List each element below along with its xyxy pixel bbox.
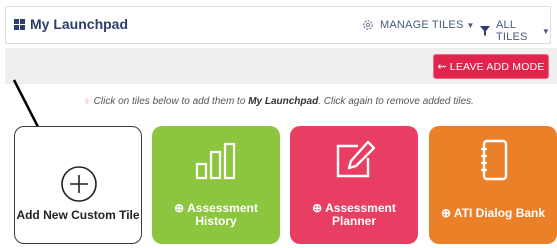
undo-arrow-icon: ⇜ [437,61,447,73]
tile-label: ⊕ ATI Dialog Bank [440,206,546,220]
hint-text-after: . Click again to remove added tiles. [318,96,474,107]
page-title-text: My Launchpad [30,16,129,32]
lightbulb-icon: ♀ [83,96,91,107]
bar-chart-icon [195,142,236,180]
launchpad-header: My Launchpad MANAGE TILES ▼ ALL TILES ▼ [5,6,551,44]
gear-icon [362,19,374,31]
chevron-down-icon: ▼ [466,20,475,30]
hint-emphasis: My Launchpad [248,96,319,107]
leave-add-mode-label: LEAVE ADD MODE [449,60,545,73]
all-tiles-label: ALL TILES [496,19,528,43]
edit-icon [336,140,376,178]
tile-assessment-history[interactable]: ⊕ Assessment History [152,126,280,244]
all-tiles-filter[interactable]: ALL TILES ▼ [480,19,550,43]
leave-add-mode-button[interactable]: ⇜ LEAVE ADD MODE [433,54,549,79]
tile-label: ⊕ Assessment Planner [312,201,396,228]
chevron-down-icon: ▼ [541,26,550,36]
page-title: My Launchpad [14,16,128,32]
manage-tiles-label: MANAGE TILES [380,19,464,31]
notebook-icon [481,139,508,181]
plus-circle-icon [61,166,97,202]
hint-text-before: Click on tiles below to add them to [93,96,249,107]
manage-tiles-dropdown[interactable]: MANAGE TILES ▼ [362,19,475,31]
tile-label: ⊕ Assessment History [174,201,258,228]
add-mode-bar: ⇜ LEAVE ADD MODE [5,48,557,84]
tile-label: Add New Custom Tile [16,208,140,222]
grid-icon [14,18,25,30]
add-tiles-hint: ♀ Click on tiles below to add them to My … [0,96,557,107]
tile-ati-dialog-bank[interactable]: ⊕ ATI Dialog Bank [429,126,557,244]
filter-icon [480,26,490,36]
tile-assessment-planner[interactable]: ⊕ Assessment Planner [290,126,418,244]
tile-add-custom[interactable]: Add New Custom Tile [14,126,142,244]
